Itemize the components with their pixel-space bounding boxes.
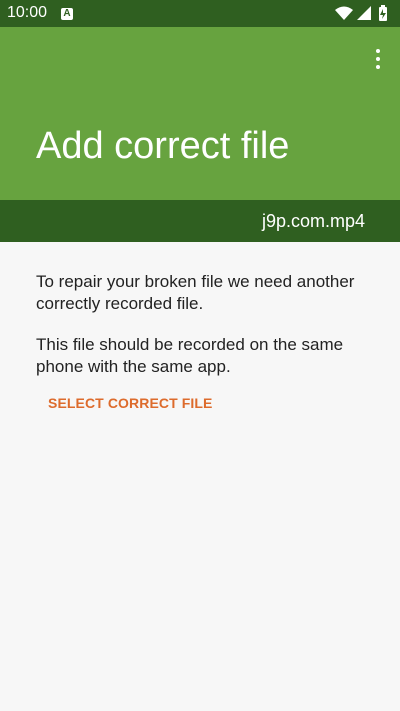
battery-icon — [379, 5, 387, 21]
android-notification-icon: A — [61, 8, 73, 20]
instruction-text: To repair your broken file we need anoth… — [36, 272, 355, 313]
overflow-menu-icon[interactable] — [374, 47, 382, 71]
content-area: To repair your broken file we need anoth… — [0, 242, 400, 711]
app-screen: 10:00 A Add correct file j9p.com.mp4 To … — [0, 0, 400, 711]
file-name: j9p.com.mp4 — [261, 211, 365, 231]
page-title: Add correct file — [36, 125, 290, 167]
requirement-text: This file should be recorded on the same… — [36, 335, 344, 376]
signal-icon — [357, 6, 371, 20]
status-icons — [335, 5, 387, 21]
select-correct-file-button[interactable]: SELECT CORRECT FILE — [48, 394, 212, 412]
wifi-icon — [335, 6, 353, 20]
status-time: 10:00 — [7, 4, 48, 21]
app-bar: Add correct file — [0, 27, 400, 200]
file-strip: j9p.com.mp4 — [0, 200, 400, 242]
status-bar: 10:00 A — [0, 0, 400, 27]
